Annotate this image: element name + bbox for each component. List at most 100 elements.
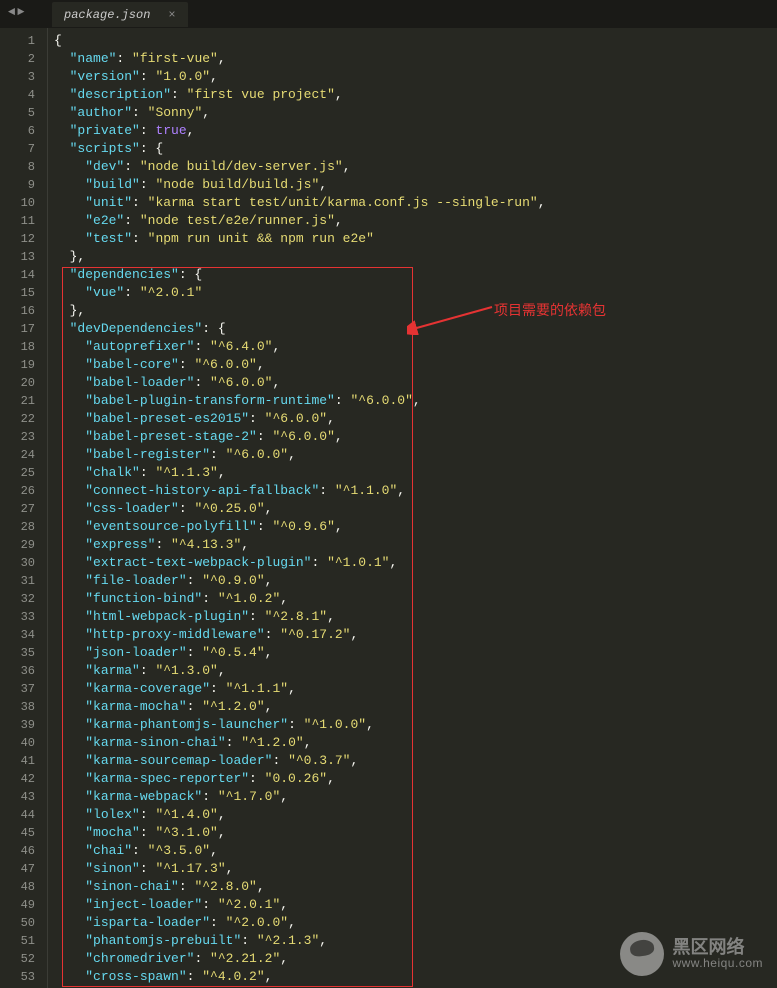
line-number: 29 bbox=[0, 536, 35, 554]
code-area[interactable]: { "name": "first-vue", "version": "1.0.0… bbox=[48, 28, 777, 988]
code-line: "karma-sinon-chai": "^1.2.0", bbox=[54, 734, 777, 752]
code-line: "build": "node build/build.js", bbox=[54, 176, 777, 194]
code-line: "karma-webpack": "^1.7.0", bbox=[54, 788, 777, 806]
code-line: "sinon-chai": "^2.8.0", bbox=[54, 878, 777, 896]
line-number: 9 bbox=[0, 176, 35, 194]
code-line: "dependencies": { bbox=[54, 266, 777, 284]
line-number: 2 bbox=[0, 50, 35, 68]
code-line: "karma-spec-reporter": "0.0.26", bbox=[54, 770, 777, 788]
code-line: "lolex": "^1.4.0", bbox=[54, 806, 777, 824]
code-line: "inject-loader": "^2.0.1", bbox=[54, 896, 777, 914]
line-number: 37 bbox=[0, 680, 35, 698]
code-line: { bbox=[54, 32, 777, 50]
code-line: "devDependencies": { bbox=[54, 320, 777, 338]
nav-back-icon[interactable]: ◄ bbox=[8, 5, 15, 19]
code-line: "autoprefixer": "^6.4.0", bbox=[54, 338, 777, 356]
code-line: "scripts": { bbox=[54, 140, 777, 158]
line-number: 13 bbox=[0, 248, 35, 266]
line-number: 18 bbox=[0, 338, 35, 356]
code-line: "babel-preset-es2015": "^6.0.0", bbox=[54, 410, 777, 428]
line-number: 23 bbox=[0, 428, 35, 446]
line-number: 42 bbox=[0, 770, 35, 788]
code-line: "unit": "karma start test/unit/karma.con… bbox=[54, 194, 777, 212]
line-number-gutter: 1234567891011121314151617181920212223242… bbox=[0, 28, 48, 988]
line-number: 5 bbox=[0, 104, 35, 122]
code-line: "extract-text-webpack-plugin": "^1.0.1", bbox=[54, 554, 777, 572]
nav-forward-icon[interactable]: ► bbox=[17, 5, 24, 19]
code-line: "karma-mocha": "^1.2.0", bbox=[54, 698, 777, 716]
line-number: 20 bbox=[0, 374, 35, 392]
code-line: "cross-spawn": "^4.0.2", bbox=[54, 968, 777, 986]
line-number: 41 bbox=[0, 752, 35, 770]
code-line: "description": "first vue project", bbox=[54, 86, 777, 104]
line-number: 11 bbox=[0, 212, 35, 230]
code-line: "karma-sourcemap-loader": "^0.3.7", bbox=[54, 752, 777, 770]
code-line: "karma-coverage": "^1.1.1", bbox=[54, 680, 777, 698]
code-line: "e2e": "node test/e2e/runner.js", bbox=[54, 212, 777, 230]
line-number: 40 bbox=[0, 734, 35, 752]
line-number: 21 bbox=[0, 392, 35, 410]
nav-arrows: ◄ ► bbox=[8, 5, 24, 19]
code-line: "babel-preset-stage-2": "^6.0.0", bbox=[54, 428, 777, 446]
line-number: 45 bbox=[0, 824, 35, 842]
code-line: "chai": "^3.5.0", bbox=[54, 842, 777, 860]
code-line: "vue": "^2.0.1" bbox=[54, 284, 777, 302]
line-number: 8 bbox=[0, 158, 35, 176]
code-line: "name": "first-vue", bbox=[54, 50, 777, 68]
code-line: }, bbox=[54, 248, 777, 266]
line-number: 7 bbox=[0, 140, 35, 158]
code-line: "json-loader": "^0.5.4", bbox=[54, 644, 777, 662]
editor: 1234567891011121314151617181920212223242… bbox=[0, 28, 777, 988]
code-line: "http-proxy-middleware": "^0.17.2", bbox=[54, 626, 777, 644]
line-number: 12 bbox=[0, 230, 35, 248]
code-line: "babel-core": "^6.0.0", bbox=[54, 356, 777, 374]
line-number: 17 bbox=[0, 320, 35, 338]
line-number: 10 bbox=[0, 194, 35, 212]
line-number: 28 bbox=[0, 518, 35, 536]
line-number: 33 bbox=[0, 608, 35, 626]
line-number: 49 bbox=[0, 896, 35, 914]
line-number: 52 bbox=[0, 950, 35, 968]
line-number: 36 bbox=[0, 662, 35, 680]
code-line: "private": true, bbox=[54, 122, 777, 140]
line-number: 43 bbox=[0, 788, 35, 806]
line-number: 53 bbox=[0, 968, 35, 986]
line-number: 50 bbox=[0, 914, 35, 932]
code-line: "function-bind": "^1.0.2", bbox=[54, 590, 777, 608]
code-line: "css-loader": "^0.25.0", bbox=[54, 500, 777, 518]
code-line: "connect-history-api-fallback": "^1.1.0"… bbox=[54, 482, 777, 500]
line-number: 46 bbox=[0, 842, 35, 860]
line-number: 26 bbox=[0, 482, 35, 500]
line-number: 14 bbox=[0, 266, 35, 284]
line-number: 51 bbox=[0, 932, 35, 950]
line-number: 24 bbox=[0, 446, 35, 464]
line-number: 3 bbox=[0, 68, 35, 86]
line-number: 30 bbox=[0, 554, 35, 572]
line-number: 16 bbox=[0, 302, 35, 320]
code-line: "isparta-loader": "^2.0.0", bbox=[54, 914, 777, 932]
line-number: 27 bbox=[0, 500, 35, 518]
code-line: "mocha": "^3.1.0", bbox=[54, 824, 777, 842]
code-line: "karma": "^1.3.0", bbox=[54, 662, 777, 680]
line-number: 48 bbox=[0, 878, 35, 896]
code-line: "babel-loader": "^6.0.0", bbox=[54, 374, 777, 392]
code-line: "html-webpack-plugin": "^2.8.1", bbox=[54, 608, 777, 626]
code-line: "phantomjs-prebuilt": "^2.1.3", bbox=[54, 932, 777, 950]
code-line: "karma-phantomjs-launcher": "^1.0.0", bbox=[54, 716, 777, 734]
line-number: 34 bbox=[0, 626, 35, 644]
tab-package-json[interactable]: package.json × bbox=[52, 2, 188, 27]
code-line: "dev": "node build/dev-server.js", bbox=[54, 158, 777, 176]
tab-title: package.json bbox=[64, 8, 150, 22]
code-line: "babel-register": "^6.0.0", bbox=[54, 446, 777, 464]
line-number: 47 bbox=[0, 860, 35, 878]
code-line: "express": "^4.13.3", bbox=[54, 536, 777, 554]
tab-bar: package.json × bbox=[0, 0, 777, 28]
code-line: "chalk": "^1.1.3", bbox=[54, 464, 777, 482]
line-number: 19 bbox=[0, 356, 35, 374]
line-number: 15 bbox=[0, 284, 35, 302]
line-number: 39 bbox=[0, 716, 35, 734]
code-line: "version": "1.0.0", bbox=[54, 68, 777, 86]
close-icon[interactable]: × bbox=[168, 8, 175, 22]
line-number: 38 bbox=[0, 698, 35, 716]
code-line: "babel-plugin-transform-runtime": "^6.0.… bbox=[54, 392, 777, 410]
